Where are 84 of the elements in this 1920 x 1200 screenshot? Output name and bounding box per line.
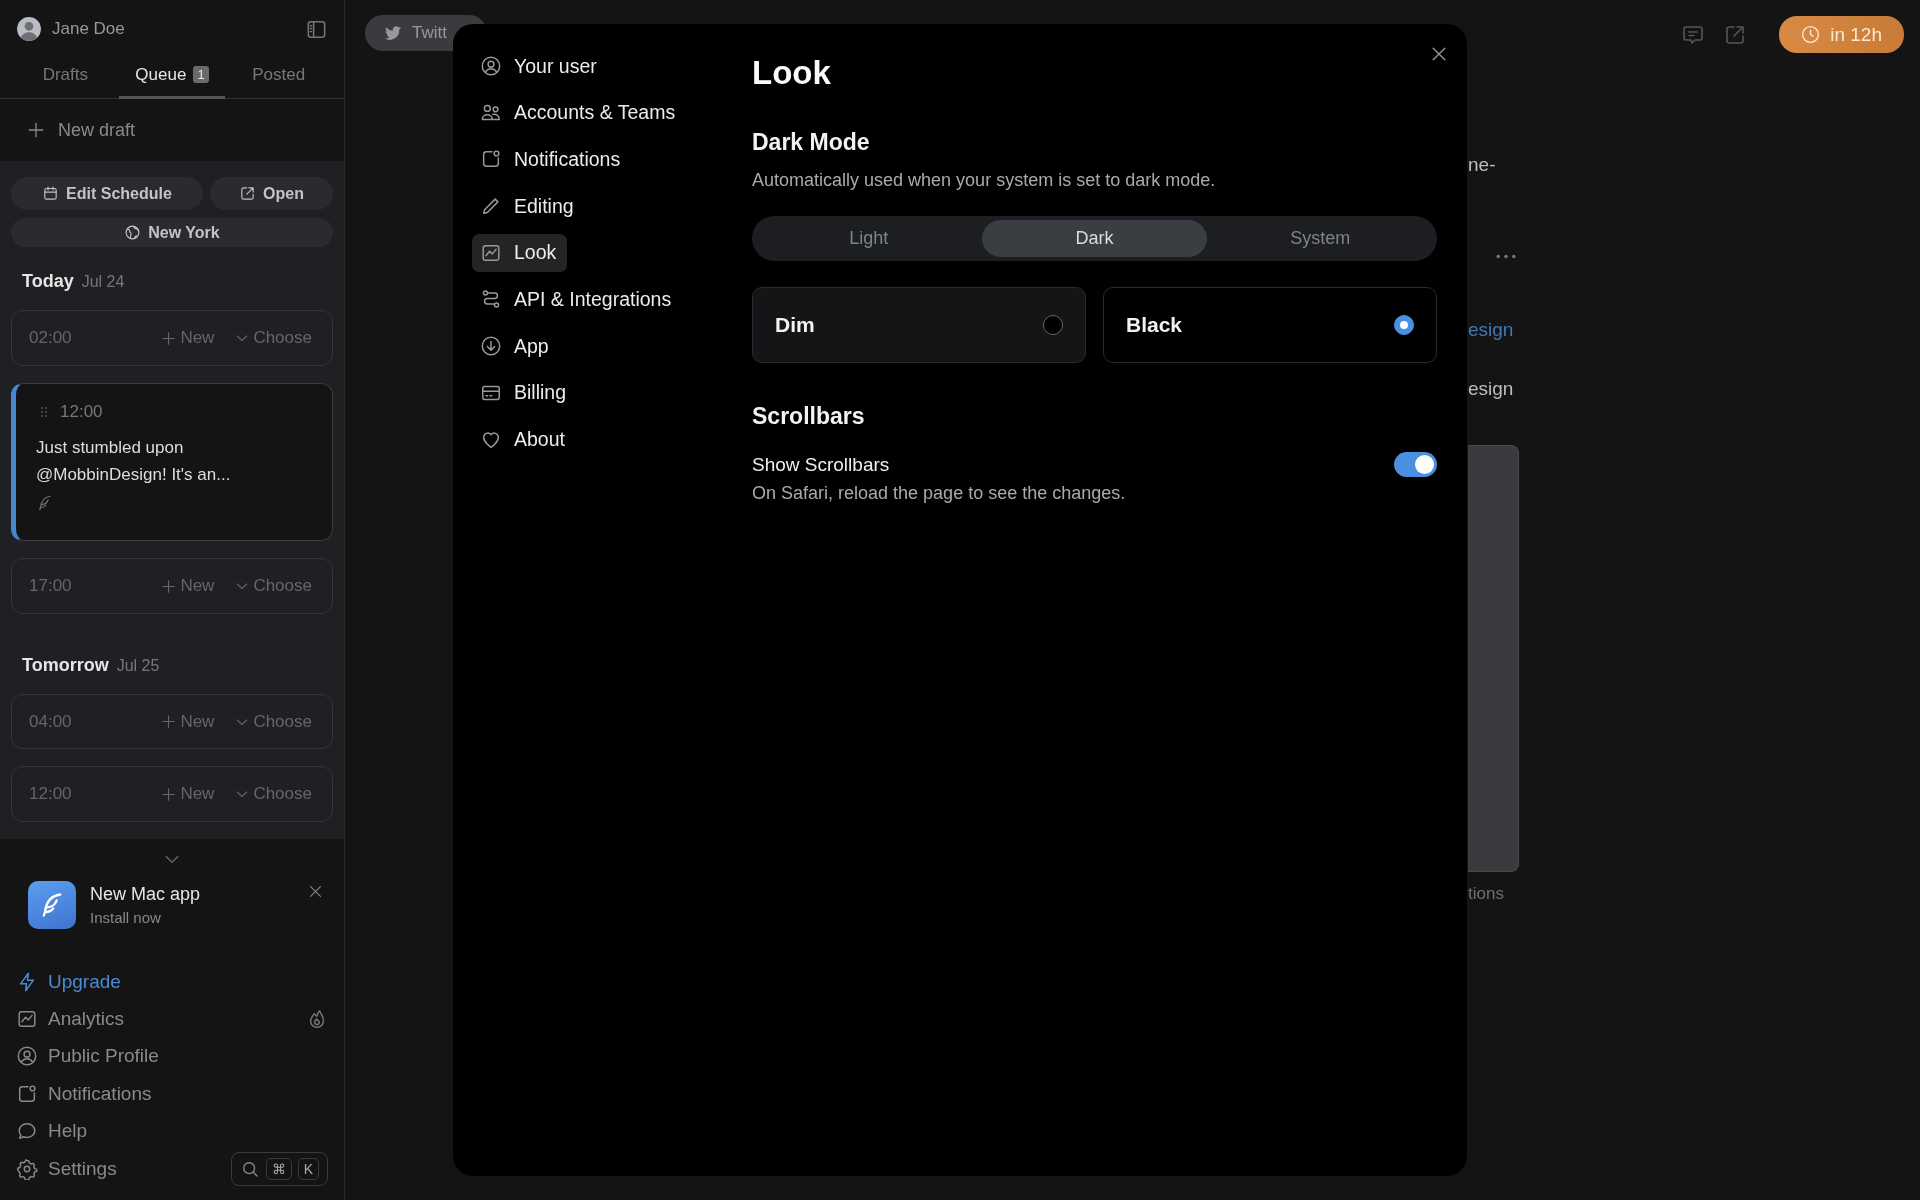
segment[interactable]: Dark <box>981 220 1208 257</box>
post-card[interactable]: 12:00 Just stumbled upon @MobbinDesign! It's an... <box>11 382 333 542</box>
radio-button[interactable] <box>1043 315 1063 335</box>
nav-link[interactable]: Public Profile <box>16 1045 159 1068</box>
globe-icon <box>124 224 142 242</box>
open-button[interactable]: Open <box>210 177 333 210</box>
bell-icon <box>16 1082 38 1105</box>
post-text: esign <box>1468 378 1515 400</box>
promo-title: New Mac app <box>90 884 202 905</box>
new-post-button[interactable]: New <box>160 576 215 597</box>
bird-icon <box>383 23 403 43</box>
comment-button[interactable] <box>1681 23 1706 47</box>
settings-nav-item[interactable]: Look <box>472 233 568 272</box>
segment[interactable]: System <box>1207 220 1433 257</box>
post-text: Just stumbled upon @MobbinDesign! It's an... <box>36 436 232 486</box>
promo-subtitle[interactable]: Install now <box>90 909 293 926</box>
avatar-icon <box>16 16 42 42</box>
clock-icon <box>1800 24 1822 45</box>
nav-link[interactable]: Help <box>16 1120 88 1143</box>
day-label: Today <box>22 271 74 293</box>
setting-label: Show Scrollbars <box>752 453 890 476</box>
tab[interactable]: Posted <box>225 53 332 99</box>
new-post-button[interactable]: New <box>160 711 215 732</box>
tab[interactable]: Drafts <box>12 53 119 99</box>
choose-button[interactable]: Choose <box>234 711 312 732</box>
section-description: Automatically used when your system is set to dark mode. <box>752 170 1217 191</box>
choose-button[interactable]: Choose <box>234 784 312 805</box>
post-time: 12:00 <box>60 401 103 422</box>
day-date: Jul 25 <box>116 656 160 675</box>
gear-icon <box>16 1157 38 1180</box>
nav-link[interactable]: Settings <box>16 1157 117 1180</box>
user-icon <box>480 55 502 77</box>
choose-button[interactable]: Choose <box>234 576 312 597</box>
download-icon <box>480 335 502 358</box>
slot-time: 04:00 <box>29 711 73 732</box>
comment-icon <box>1681 23 1706 47</box>
timezone-button[interactable]: New York <box>11 218 333 248</box>
toggle-switch[interactable] <box>1394 452 1437 477</box>
feather-icon <box>36 493 54 512</box>
slot-time: 17:00 <box>29 576 73 597</box>
plus-icon <box>160 329 178 347</box>
day-label: Tomorrow <box>22 654 109 676</box>
settings-nav-item[interactable]: Editing <box>472 187 585 226</box>
user-name: Jane Doe <box>52 19 125 39</box>
new-post-button[interactable]: New <box>160 784 215 805</box>
settings-title: Look <box>752 54 832 92</box>
caption-text: tions <box>1468 884 1505 904</box>
nav-link[interactable]: Upgrade <box>16 970 121 993</box>
plus-icon <box>160 577 178 595</box>
count-badge: 1 <box>193 66 209 83</box>
section-heading: Dark Mode <box>752 129 871 156</box>
close-icon <box>307 883 324 900</box>
setting-description: On Safari, reload the page to see the changes. <box>752 483 1127 504</box>
plus-icon <box>160 713 178 731</box>
slot-time: 12:00 <box>29 784 73 805</box>
connection-icon <box>480 288 502 311</box>
theme-option[interactable]: Dim <box>752 287 1086 363</box>
plus-icon <box>160 785 178 803</box>
post-text: ne- <box>1468 154 1497 176</box>
theme-option[interactable]: Black <box>1103 287 1437 363</box>
calendar-icon <box>42 185 60 202</box>
nav-link[interactable]: Analytics <box>16 1008 125 1031</box>
more-icon <box>1496 254 1516 259</box>
search-shortcut-button[interactable]: ⌘ K <box>230 1151 328 1186</box>
plus-icon <box>26 120 46 140</box>
choose-button[interactable]: Choose <box>234 328 312 349</box>
user-icon <box>16 1045 38 1068</box>
settings-nav-item[interactable]: About <box>472 420 576 459</box>
close-button[interactable] <box>307 883 324 900</box>
section-heading: Scrollbars <box>752 403 866 430</box>
settings-nav-item[interactable]: Billing <box>472 373 578 412</box>
day-date: Jul 24 <box>81 273 125 292</box>
edit-schedule-button[interactable]: Edit Schedule <box>11 177 203 210</box>
external-link-icon <box>239 185 257 202</box>
settings-nav-item[interactable]: API & Integrations <box>472 280 683 319</box>
nav-link[interactable]: Notifications <box>16 1082 152 1105</box>
slot-time: 02:00 <box>29 328 73 349</box>
link[interactable]: esign <box>1468 319 1556 341</box>
settings-nav-item[interactable]: App <box>472 327 560 366</box>
new-post-button[interactable]: New <box>160 328 215 349</box>
radio-button[interactable] <box>1394 315 1414 335</box>
settings-nav-item[interactable]: Accounts & Teams <box>472 93 687 132</box>
segment[interactable]: Light <box>756 220 982 257</box>
settings-nav-item[interactable]: Notifications <box>472 140 632 179</box>
